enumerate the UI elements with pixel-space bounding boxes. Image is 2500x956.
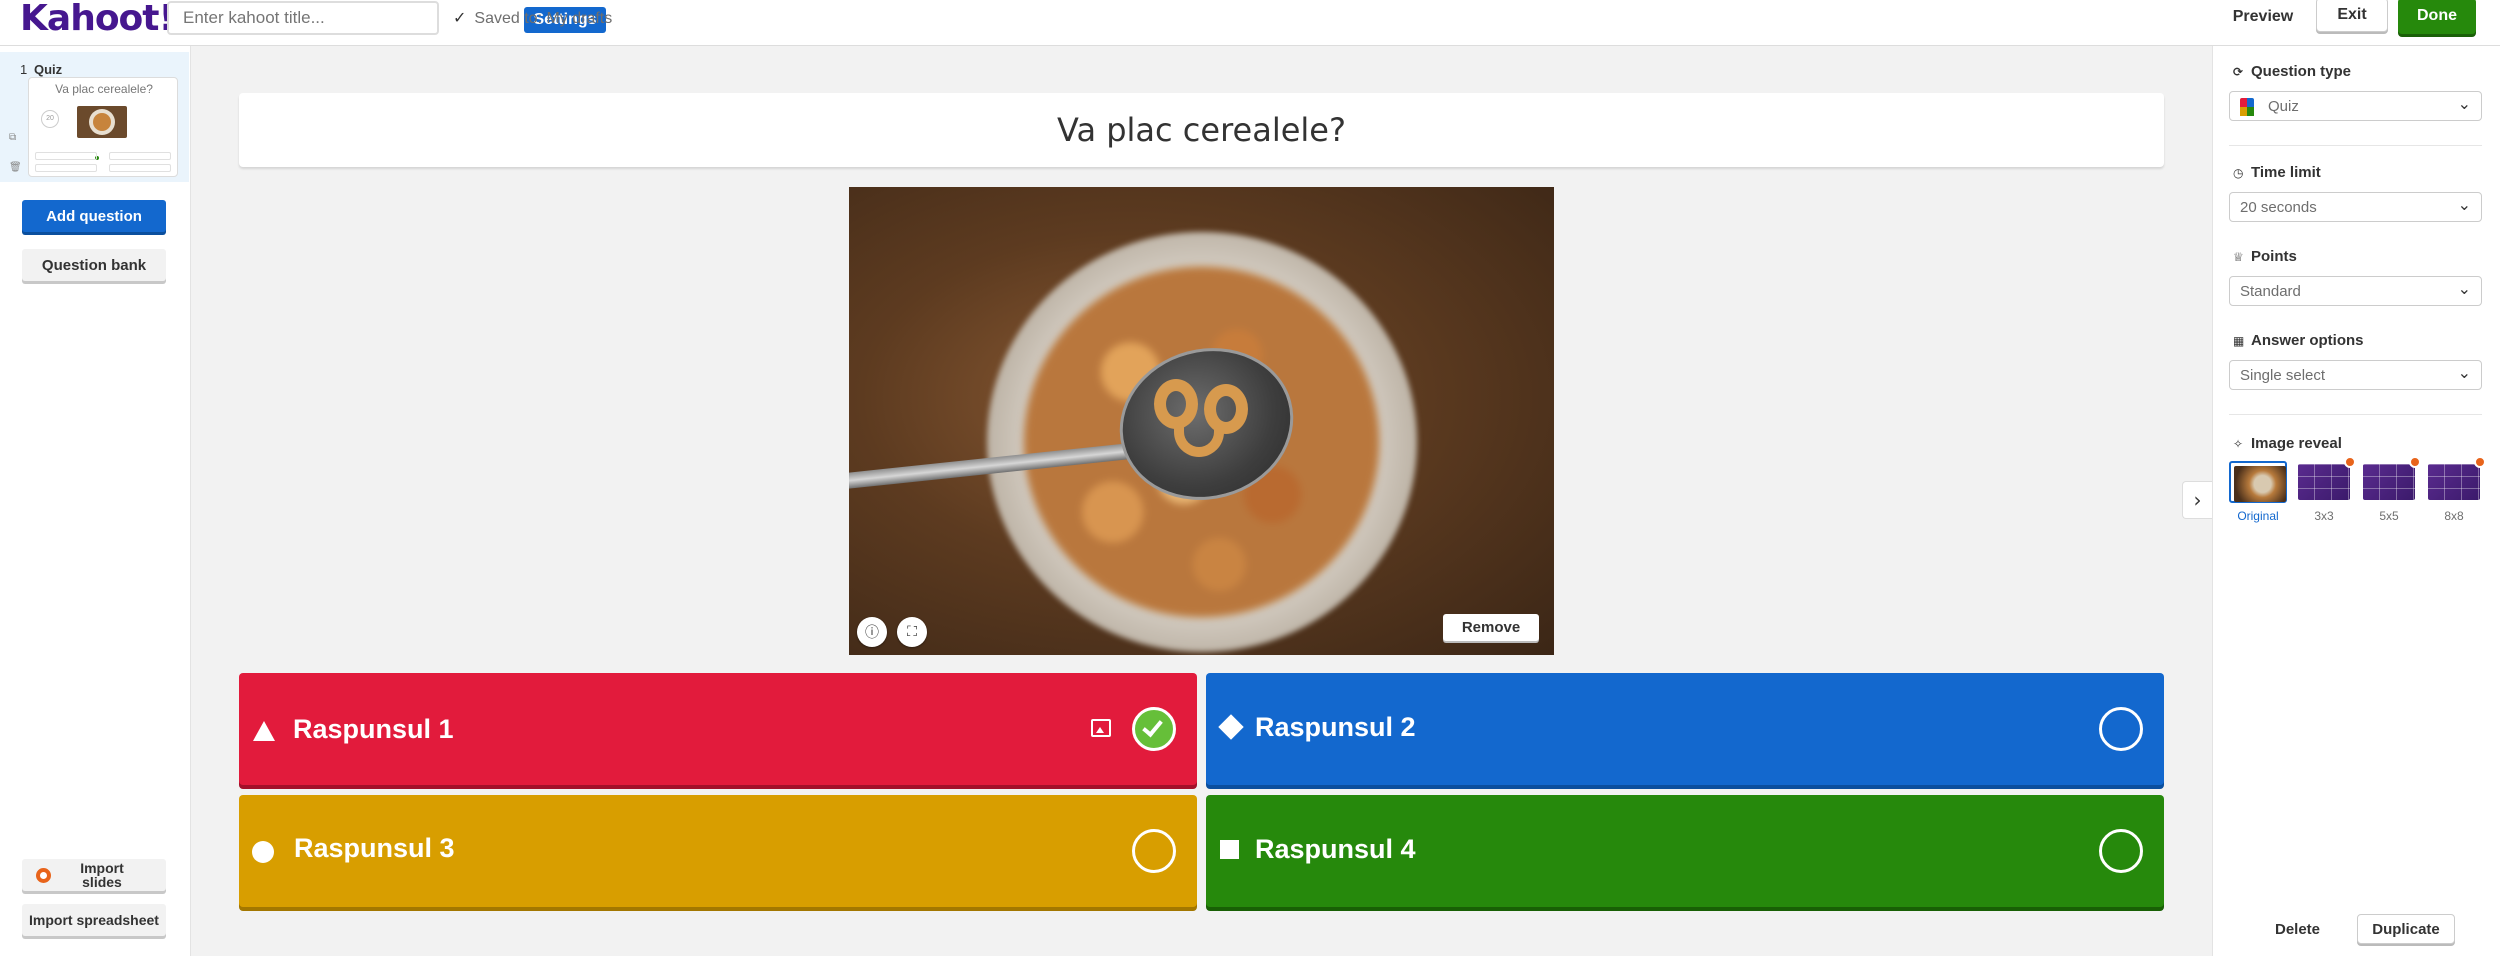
duplicate-slide-icon[interactable]: ⧉	[9, 132, 16, 143]
image-reveal-label: 3x3	[2314, 509, 2334, 523]
info-icon[interactable]: ⓘ	[857, 617, 887, 647]
points-value: Standard	[2240, 283, 2301, 300]
kahoot-title-input[interactable]	[183, 7, 343, 29]
chevron-down-icon: ⌄	[2457, 279, 2471, 298]
question-title-field[interactable]: Va plac cerealele?	[239, 93, 2164, 167]
answer-options-value: Single select	[2240, 367, 2326, 384]
answer-text[interactable]: Raspunsul 2	[1255, 673, 1416, 781]
question-type-icon: ⟳	[2233, 65, 2244, 79]
image-reveal-label: 8x8	[2444, 509, 2464, 523]
reveal-thumbnail	[2234, 466, 2286, 502]
answer-text[interactable]: Raspunsul 3	[294, 795, 455, 901]
add-question-button[interactable]: Add question	[22, 200, 166, 232]
clock-icon: ◷	[2233, 166, 2244, 180]
slide-thumbnail-timer: 20	[41, 110, 59, 128]
exit-button[interactable]: Exit	[2316, 0, 2388, 32]
thumbnail-answer	[109, 152, 171, 160]
slide-type: Quiz	[34, 62, 63, 77]
save-status: ✓ Saved to: My drafts	[453, 8, 612, 28]
reveal-thumbnail	[2428, 464, 2480, 500]
chevron-down-icon: ⌄	[2457, 363, 2471, 382]
divider	[2229, 145, 2482, 146]
reveal-thumbnail	[2363, 464, 2415, 500]
question-type-value: Quiz	[2268, 98, 2299, 115]
reveal-thumbnail	[2298, 464, 2350, 500]
import-spreadsheet-button[interactable]: Import spreadsheet	[22, 904, 166, 936]
diamond-icon	[1218, 714, 1244, 740]
answer-option-4[interactable]: Raspunsul 4	[1206, 795, 2164, 907]
points-heading: ♕ Points	[2233, 248, 2297, 265]
preview-button[interactable]: Preview	[2229, 4, 2297, 30]
question-bank-button[interactable]: Question bank	[22, 249, 166, 281]
done-button[interactable]: Done	[2398, 0, 2476, 34]
thumbnail-answer	[35, 164, 97, 172]
check-icon: ✓	[453, 10, 467, 27]
delete-slide-icon[interactable]: 🗑	[9, 162, 22, 173]
correct-answer-toggle[interactable]	[2099, 829, 2143, 873]
add-image-icon[interactable]	[1091, 719, 1111, 737]
question-type-heading: ⟳ Question type	[2233, 63, 2352, 80]
answer-text[interactable]: Raspunsul 4	[1255, 795, 1416, 903]
save-status-text: Saved to: My drafts	[474, 10, 613, 27]
time-limit-value: 20 seconds	[2240, 199, 2317, 216]
import-slides-label: Import slides	[80, 860, 124, 890]
divider	[2229, 414, 2482, 415]
kahoot-logo[interactable]: Kahoot!	[20, 0, 175, 39]
import-slides-icon	[36, 868, 51, 883]
thumbnail-answer	[109, 164, 171, 172]
kahoot-title-field[interactable]: Settings	[167, 1, 606, 35]
image-reveal-label: 5x5	[2379, 509, 2399, 523]
image-reveal-5x5[interactable]	[2360, 456, 2421, 503]
remove-image-button[interactable]: Remove	[1443, 614, 1539, 641]
question-title[interactable]: Va plac cerealele?	[1057, 111, 1346, 149]
correct-answer-toggle[interactable]	[1132, 829, 1176, 873]
triangle-icon	[253, 721, 275, 741]
answer-options-select[interactable]: Single select ⌄	[2229, 360, 2482, 390]
chevron-down-icon: ⌄	[2457, 195, 2471, 214]
collapse-panel-chevron-icon[interactable]: ›	[2182, 481, 2212, 519]
answer-text[interactable]: Raspunsul 1	[293, 673, 454, 785]
cereal-eye-graphic	[1154, 379, 1198, 429]
thumbnail-answer	[35, 152, 97, 160]
trophy-icon: ♕	[2233, 250, 2244, 264]
points-select[interactable]: Standard ⌄	[2229, 276, 2482, 306]
chevron-down-icon: ⌄	[2457, 94, 2471, 113]
question-type-select[interactable]: Quiz ⌄	[2229, 91, 2482, 121]
answer-option-1[interactable]: Raspunsul 1	[239, 673, 1197, 785]
premium-badge-icon	[2409, 456, 2421, 468]
answer-option-3[interactable]: Raspunsul 3	[239, 795, 1197, 907]
premium-badge-icon	[2474, 456, 2486, 468]
correct-answer-toggle[interactable]	[2099, 707, 2143, 751]
question-image[interactable]: ⓘ ⛶ Remove	[849, 187, 1554, 655]
sparkle-icon: ✧	[2233, 437, 2244, 451]
crop-icon[interactable]: ⛶	[897, 617, 927, 647]
image-reveal-original[interactable]	[2229, 461, 2287, 503]
correct-answer-toggle[interactable]	[1132, 707, 1176, 751]
image-reveal-8x8[interactable]	[2425, 456, 2486, 503]
checkmark-icon	[1142, 715, 1163, 738]
delete-question-button[interactable]: Delete	[2260, 914, 2335, 944]
time-limit-select[interactable]: 20 seconds ⌄	[2229, 192, 2482, 222]
quiz-icon	[2240, 98, 2254, 116]
top-bar: Kahoot! Settings ✓ Saved to: My drafts Pr…	[0, 0, 2500, 46]
circle-icon	[252, 841, 274, 863]
slides-sidebar: 1 Quiz ⧉ 🗑 Va plac cerealele? 20 Add que…	[0, 46, 191, 956]
image-reveal-label: Original	[2237, 509, 2279, 523]
slide-thumbnail[interactable]: Va plac cerealele? 20	[28, 77, 178, 177]
answer-option-2[interactable]: Raspunsul 2	[1206, 673, 2164, 785]
premium-badge-icon	[2344, 456, 2356, 468]
square-icon	[1220, 840, 1239, 859]
grid-icon: ▦	[2233, 334, 2245, 348]
duplicate-question-button[interactable]: Duplicate	[2357, 914, 2455, 944]
image-reveal-3x3[interactable]	[2295, 456, 2356, 503]
import-slides-button[interactable]: Import slides	[22, 859, 166, 891]
image-reveal-heading: ✧ Image reveal	[2233, 435, 2342, 452]
answer-options-heading: ▦ Answer options	[2233, 332, 2364, 349]
slide-thumbnail-title: Va plac cerealele?	[55, 82, 153, 96]
slide-number: 1	[20, 62, 28, 77]
slide-item[interactable]: 1 Quiz ⧉ 🗑 Va plac cerealele? 20	[0, 52, 189, 182]
time-limit-heading: ◷ Time limit	[2233, 164, 2321, 181]
slide-thumbnail-image	[77, 106, 127, 138]
